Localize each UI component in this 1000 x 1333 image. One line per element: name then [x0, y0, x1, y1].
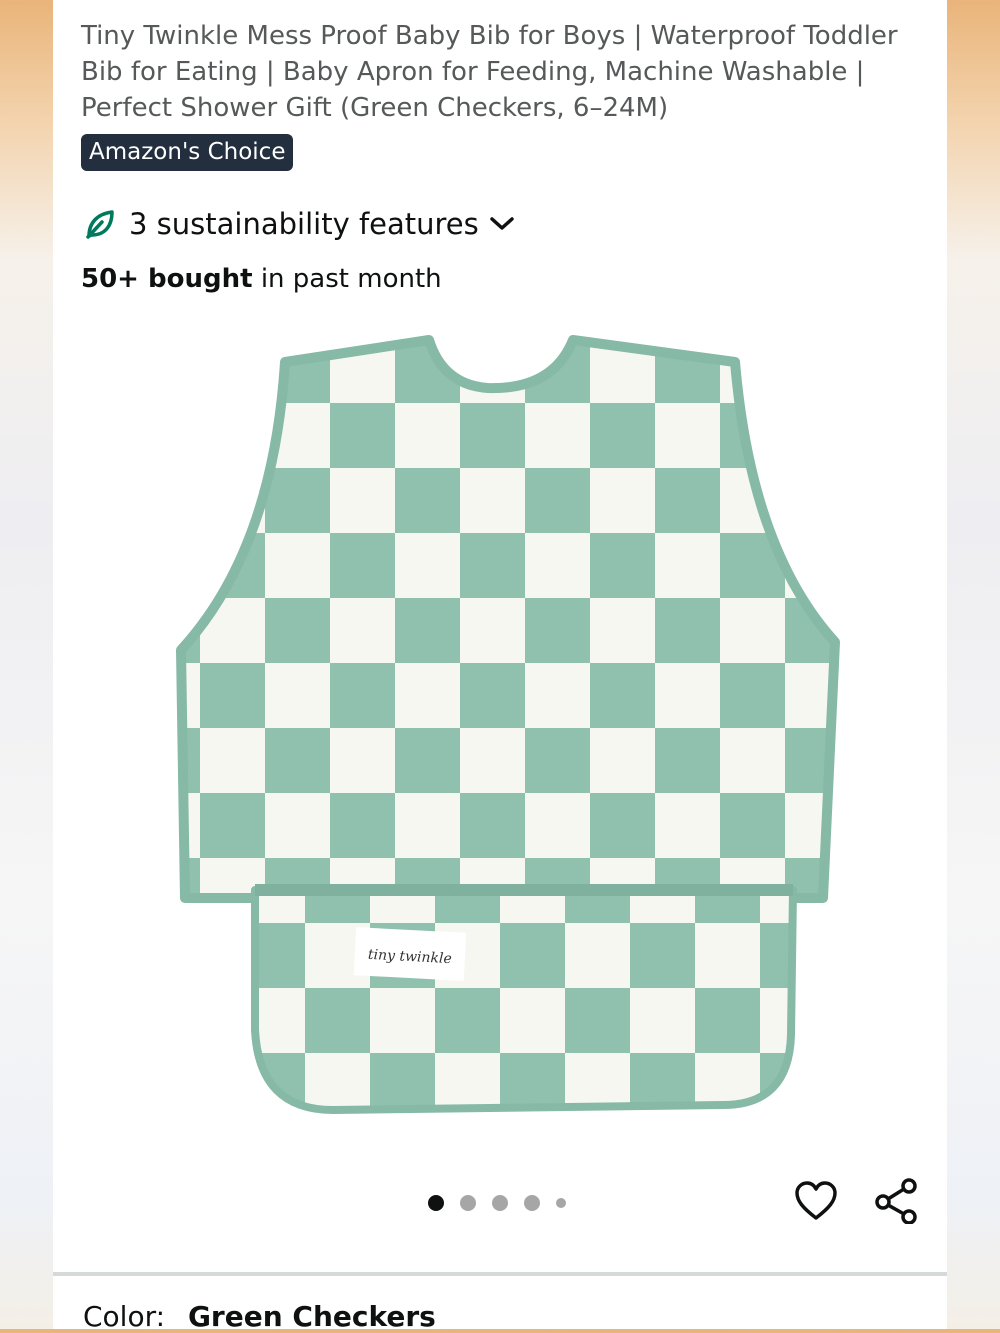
share-button[interactable]: [873, 1178, 919, 1225]
color-value: Green Checkers: [187, 1300, 436, 1333]
wishlist-button[interactable]: [793, 1178, 839, 1224]
color-label: Color:: [83, 1300, 166, 1333]
product-image[interactable]: tiny twinkle: [163, 330, 843, 1130]
leaf-icon: [86, 210, 114, 239]
product-card: Tiny Twinkle Mess Proof Baby Bib for Boy…: [53, 0, 947, 1333]
sustainability-features-toggle[interactable]: 3 sustainability features: [83, 200, 515, 248]
carousel-dot-4[interactable]: [524, 1195, 540, 1211]
color-selector[interactable]: Color: Green Checkers: [83, 1300, 436, 1333]
share-icon: [875, 1178, 917, 1225]
chevron-down-icon: [490, 217, 514, 230]
carousel-dot-1[interactable]: [428, 1195, 444, 1211]
sustainability-features-label: 3 sustainability features: [129, 207, 479, 241]
bought-suffix: in past month: [252, 264, 442, 294]
bought-count: 50+ bought: [81, 264, 253, 294]
bought-in-past-month: 50+ bought in past month: [81, 264, 442, 294]
heart-icon: [795, 1181, 837, 1220]
carousel-dot-3[interactable]: [492, 1195, 508, 1211]
product-title: Tiny Twinkle Mess Proof Baby Bib for Boy…: [81, 21, 898, 123]
carousel-dot-2[interactable]: [460, 1195, 476, 1211]
carousel-dot-5[interactable]: [556, 1198, 566, 1208]
carousel-dots[interactable]: [428, 1194, 566, 1212]
amazons-choice-badge[interactable]: Amazon's Choice: [81, 134, 294, 171]
section-divider: [53, 1272, 947, 1276]
brand-tag: tiny twinkle: [353, 927, 467, 981]
